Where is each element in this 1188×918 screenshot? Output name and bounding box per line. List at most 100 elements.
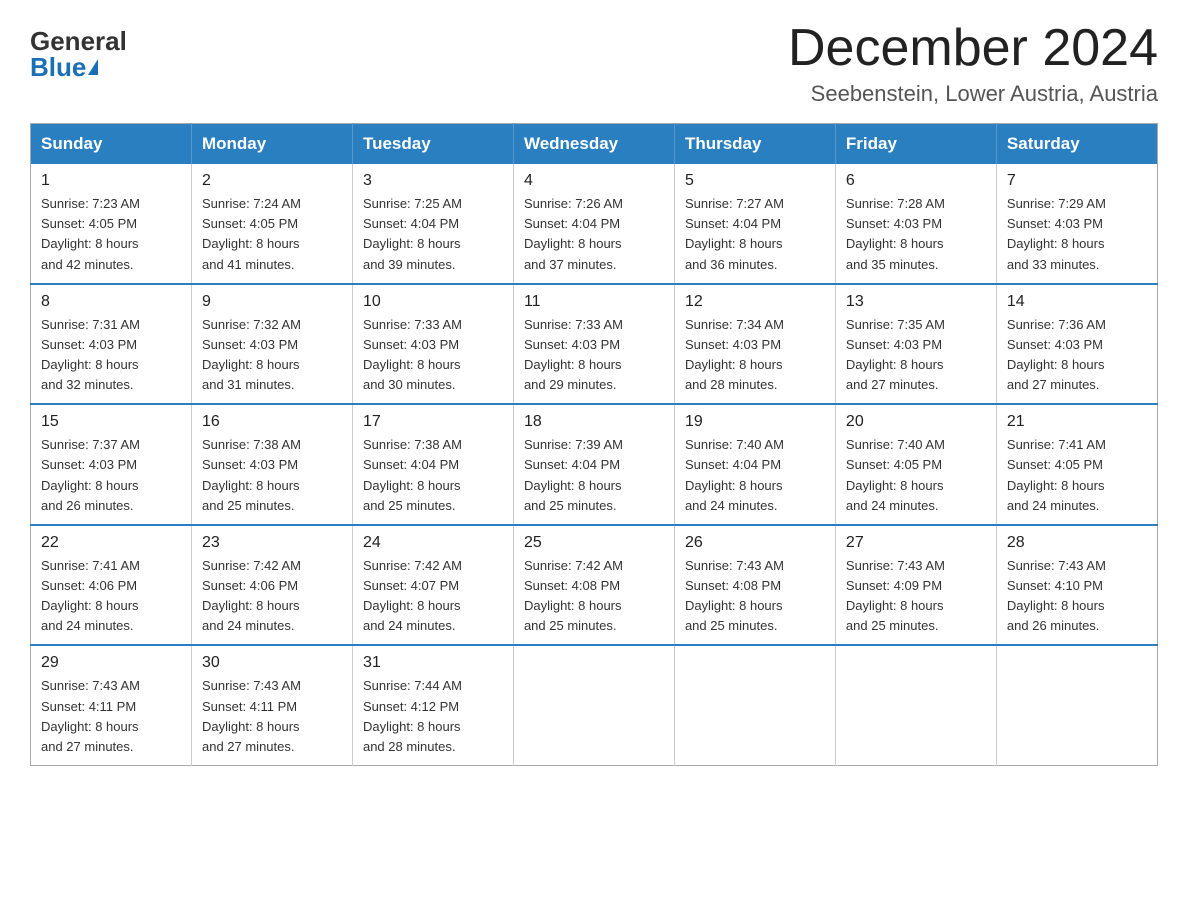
day-cell: 2 Sunrise: 7:24 AM Sunset: 4:05 PM Dayli… — [191, 164, 352, 284]
day-number: 2 — [202, 172, 342, 190]
day-cell — [513, 645, 674, 765]
day-info: Sunrise: 7:39 AM Sunset: 4:04 PM Dayligh… — [524, 435, 664, 516]
day-number: 3 — [363, 172, 503, 190]
day-cell: 21 Sunrise: 7:41 AM Sunset: 4:05 PM Dayl… — [996, 404, 1157, 525]
day-info: Sunrise: 7:38 AM Sunset: 4:04 PM Dayligh… — [363, 435, 503, 516]
day-number: 19 — [685, 413, 825, 431]
day-info: Sunrise: 7:36 AM Sunset: 4:03 PM Dayligh… — [1007, 315, 1147, 396]
day-cell: 6 Sunrise: 7:28 AM Sunset: 4:03 PM Dayli… — [835, 164, 996, 284]
day-cell: 20 Sunrise: 7:40 AM Sunset: 4:05 PM Dayl… — [835, 404, 996, 525]
week-row-4: 22 Sunrise: 7:41 AM Sunset: 4:06 PM Dayl… — [31, 525, 1158, 646]
day-number: 31 — [363, 654, 503, 672]
day-info: Sunrise: 7:33 AM Sunset: 4:03 PM Dayligh… — [524, 315, 664, 396]
logo-triangle-icon — [88, 59, 98, 75]
day-info: Sunrise: 7:43 AM Sunset: 4:10 PM Dayligh… — [1007, 556, 1147, 637]
day-info: Sunrise: 7:42 AM Sunset: 4:06 PM Dayligh… — [202, 556, 342, 637]
calendar-title: December 2024 — [788, 20, 1158, 77]
day-cell: 15 Sunrise: 7:37 AM Sunset: 4:03 PM Dayl… — [31, 404, 192, 525]
week-row-3: 15 Sunrise: 7:37 AM Sunset: 4:03 PM Dayl… — [31, 404, 1158, 525]
day-info: Sunrise: 7:25 AM Sunset: 4:04 PM Dayligh… — [363, 194, 503, 275]
day-number: 30 — [202, 654, 342, 672]
day-cell: 18 Sunrise: 7:39 AM Sunset: 4:04 PM Dayl… — [513, 404, 674, 525]
day-number: 5 — [685, 172, 825, 190]
day-info: Sunrise: 7:31 AM Sunset: 4:03 PM Dayligh… — [41, 315, 181, 396]
day-number: 7 — [1007, 172, 1147, 190]
day-info: Sunrise: 7:40 AM Sunset: 4:04 PM Dayligh… — [685, 435, 825, 516]
day-cell: 13 Sunrise: 7:35 AM Sunset: 4:03 PM Dayl… — [835, 284, 996, 405]
day-info: Sunrise: 7:34 AM Sunset: 4:03 PM Dayligh… — [685, 315, 825, 396]
day-number: 26 — [685, 534, 825, 552]
day-cell: 29 Sunrise: 7:43 AM Sunset: 4:11 PM Dayl… — [31, 645, 192, 765]
day-info: Sunrise: 7:42 AM Sunset: 4:07 PM Dayligh… — [363, 556, 503, 637]
day-info: Sunrise: 7:44 AM Sunset: 4:12 PM Dayligh… — [363, 676, 503, 757]
day-cell: 19 Sunrise: 7:40 AM Sunset: 4:04 PM Dayl… — [674, 404, 835, 525]
header-monday: Monday — [191, 124, 352, 165]
week-row-2: 8 Sunrise: 7:31 AM Sunset: 4:03 PM Dayli… — [31, 284, 1158, 405]
day-info: Sunrise: 7:26 AM Sunset: 4:04 PM Dayligh… — [524, 194, 664, 275]
day-number: 15 — [41, 413, 181, 431]
logo-blue-text: Blue — [30, 54, 102, 80]
day-number: 20 — [846, 413, 986, 431]
day-cell: 11 Sunrise: 7:33 AM Sunset: 4:03 PM Dayl… — [513, 284, 674, 405]
day-number: 27 — [846, 534, 986, 552]
day-cell: 5 Sunrise: 7:27 AM Sunset: 4:04 PM Dayli… — [674, 164, 835, 284]
day-info: Sunrise: 7:29 AM Sunset: 4:03 PM Dayligh… — [1007, 194, 1147, 275]
day-number: 14 — [1007, 293, 1147, 311]
day-info: Sunrise: 7:41 AM Sunset: 4:05 PM Dayligh… — [1007, 435, 1147, 516]
day-cell — [996, 645, 1157, 765]
page-header: General Blue December 2024 Seebenstein, … — [30, 20, 1158, 107]
day-cell: 9 Sunrise: 7:32 AM Sunset: 4:03 PM Dayli… — [191, 284, 352, 405]
day-number: 29 — [41, 654, 181, 672]
day-info: Sunrise: 7:43 AM Sunset: 4:08 PM Dayligh… — [685, 556, 825, 637]
day-number: 9 — [202, 293, 342, 311]
weekday-header-row: Sunday Monday Tuesday Wednesday Thursday… — [31, 124, 1158, 165]
day-cell: 31 Sunrise: 7:44 AM Sunset: 4:12 PM Dayl… — [352, 645, 513, 765]
header-sunday: Sunday — [31, 124, 192, 165]
day-cell: 17 Sunrise: 7:38 AM Sunset: 4:04 PM Dayl… — [352, 404, 513, 525]
header-saturday: Saturday — [996, 124, 1157, 165]
day-info: Sunrise: 7:27 AM Sunset: 4:04 PM Dayligh… — [685, 194, 825, 275]
day-info: Sunrise: 7:43 AM Sunset: 4:11 PM Dayligh… — [41, 676, 181, 757]
header-wednesday: Wednesday — [513, 124, 674, 165]
day-number: 8 — [41, 293, 181, 311]
day-cell: 30 Sunrise: 7:43 AM Sunset: 4:11 PM Dayl… — [191, 645, 352, 765]
header-friday: Friday — [835, 124, 996, 165]
day-number: 16 — [202, 413, 342, 431]
day-cell: 25 Sunrise: 7:42 AM Sunset: 4:08 PM Dayl… — [513, 525, 674, 646]
day-cell: 27 Sunrise: 7:43 AM Sunset: 4:09 PM Dayl… — [835, 525, 996, 646]
day-cell: 22 Sunrise: 7:41 AM Sunset: 4:06 PM Dayl… — [31, 525, 192, 646]
day-number: 13 — [846, 293, 986, 311]
day-info: Sunrise: 7:32 AM Sunset: 4:03 PM Dayligh… — [202, 315, 342, 396]
day-info: Sunrise: 7:40 AM Sunset: 4:05 PM Dayligh… — [846, 435, 986, 516]
day-info: Sunrise: 7:35 AM Sunset: 4:03 PM Dayligh… — [846, 315, 986, 396]
day-cell: 28 Sunrise: 7:43 AM Sunset: 4:10 PM Dayl… — [996, 525, 1157, 646]
day-info: Sunrise: 7:41 AM Sunset: 4:06 PM Dayligh… — [41, 556, 181, 637]
day-number: 22 — [41, 534, 181, 552]
day-number: 1 — [41, 172, 181, 190]
calendar-subtitle: Seebenstein, Lower Austria, Austria — [788, 81, 1158, 107]
day-number: 10 — [363, 293, 503, 311]
day-cell: 8 Sunrise: 7:31 AM Sunset: 4:03 PM Dayli… — [31, 284, 192, 405]
day-number: 23 — [202, 534, 342, 552]
logo-general-text: General — [30, 28, 127, 54]
day-number: 6 — [846, 172, 986, 190]
day-number: 21 — [1007, 413, 1147, 431]
day-info: Sunrise: 7:43 AM Sunset: 4:09 PM Dayligh… — [846, 556, 986, 637]
day-number: 28 — [1007, 534, 1147, 552]
title-section: December 2024 Seebenstein, Lower Austria… — [788, 20, 1158, 107]
day-info: Sunrise: 7:33 AM Sunset: 4:03 PM Dayligh… — [363, 315, 503, 396]
day-number: 25 — [524, 534, 664, 552]
day-cell — [674, 645, 835, 765]
day-info: Sunrise: 7:38 AM Sunset: 4:03 PM Dayligh… — [202, 435, 342, 516]
day-cell: 1 Sunrise: 7:23 AM Sunset: 4:05 PM Dayli… — [31, 164, 192, 284]
day-number: 17 — [363, 413, 503, 431]
day-cell: 23 Sunrise: 7:42 AM Sunset: 4:06 PM Dayl… — [191, 525, 352, 646]
day-cell: 12 Sunrise: 7:34 AM Sunset: 4:03 PM Dayl… — [674, 284, 835, 405]
day-cell: 14 Sunrise: 7:36 AM Sunset: 4:03 PM Dayl… — [996, 284, 1157, 405]
day-number: 11 — [524, 293, 664, 311]
day-info: Sunrise: 7:42 AM Sunset: 4:08 PM Dayligh… — [524, 556, 664, 637]
calendar-table: Sunday Monday Tuesday Wednesday Thursday… — [30, 123, 1158, 766]
day-info: Sunrise: 7:28 AM Sunset: 4:03 PM Dayligh… — [846, 194, 986, 275]
day-cell: 4 Sunrise: 7:26 AM Sunset: 4:04 PM Dayli… — [513, 164, 674, 284]
day-number: 4 — [524, 172, 664, 190]
